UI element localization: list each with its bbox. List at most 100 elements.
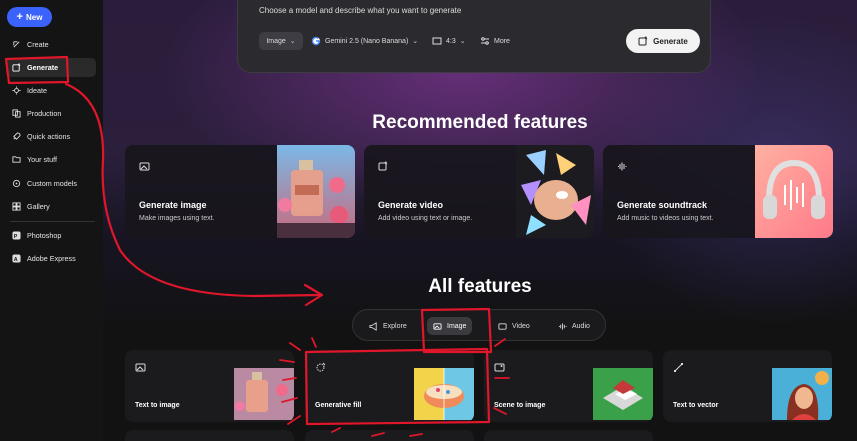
- ratio-select-label: 4:3: [446, 37, 456, 45]
- model-select[interactable]: Gemini 2.5 (Nano Banana) ⌄: [311, 32, 418, 50]
- folder-icon: [12, 155, 21, 164]
- card-title: Generate soundtrack: [617, 200, 708, 210]
- more-button[interactable]: More: [480, 32, 510, 50]
- sidebar-item-label: Generate: [27, 63, 59, 72]
- card-title: Generative fill: [315, 402, 362, 409]
- generate-icon: [638, 36, 648, 46]
- tab-image[interactable]: Image: [427, 317, 473, 335]
- aspect-ratio-icon: [432, 37, 442, 45]
- custom-models-icon: [12, 179, 21, 188]
- card-generative-fill[interactable]: Generative fill: [305, 350, 474, 422]
- photoshop-icon: P: [12, 231, 21, 240]
- generate-icon: [12, 63, 21, 72]
- type-select[interactable]: Image ⌄: [259, 32, 303, 50]
- gallery-icon: [12, 202, 21, 211]
- prompt-panel: Choose a model and describe what you wan…: [237, 0, 711, 73]
- card-scene-to-image[interactable]: Scene to image: [484, 350, 653, 422]
- sidebar-item-label: Quick actions: [27, 132, 71, 141]
- sidebar: + New Create Generate Ideate Production …: [0, 0, 103, 441]
- adobe-express-icon: A: [12, 254, 21, 263]
- production-icon: [12, 109, 21, 118]
- tab-label: Video: [512, 322, 530, 330]
- sidebar-divider: [10, 221, 95, 222]
- rocket-icon: [12, 132, 21, 141]
- plus-icon: +: [16, 10, 23, 23]
- video-icon: [498, 322, 507, 330]
- tab-label: Image: [447, 322, 467, 330]
- model-select-label: Gemini 2.5 (Nano Banana): [325, 37, 409, 45]
- sidebar-item-quick-actions[interactable]: Quick actions: [6, 127, 96, 146]
- sidebar-item-custom-models[interactable]: Custom models: [6, 174, 96, 193]
- sidebar-app-photoshop[interactable]: P Photoshop: [6, 226, 96, 245]
- card-title: Scene to image: [494, 402, 546, 409]
- sidebar-item-your-stuff[interactable]: Your stuff: [6, 150, 96, 169]
- type-select-label: Image: [266, 37, 286, 45]
- card-partial[interactable]: [305, 430, 474, 441]
- headphones-image: [755, 145, 833, 238]
- more-button-label: More: [494, 37, 510, 45]
- sidebar-item-create[interactable]: Create: [6, 35, 96, 54]
- sliders-icon: [481, 37, 489, 45]
- perfume-bottle-image: [277, 145, 355, 238]
- sidebar-item-label: Create: [27, 40, 49, 49]
- image-icon: [433, 322, 442, 330]
- google-icon: [311, 36, 321, 46]
- chevron-down-icon: ⌄: [459, 38, 466, 45]
- ratio-select[interactable]: 4:3 ⌄: [432, 32, 466, 50]
- new-button-label: New: [25, 12, 43, 22]
- new-button[interactable]: + New: [7, 7, 52, 27]
- create-icon: [12, 40, 21, 49]
- sidebar-item-label: Ideate: [27, 86, 47, 95]
- card-title: Text to vector: [673, 402, 719, 409]
- card-text-to-vector[interactable]: Text to vector: [663, 350, 832, 422]
- ideate-icon: [12, 86, 21, 95]
- recommended-title: Recommended features: [372, 112, 588, 133]
- chevron-down-icon: ⌄: [412, 38, 419, 45]
- card-subtitle: Add video using text or image.: [378, 215, 473, 222]
- image-icon: [139, 159, 150, 171]
- waveform-icon: [617, 159, 628, 171]
- sidebar-item-label: Photoshop: [27, 231, 62, 240]
- tab-explore[interactable]: Explore: [363, 317, 413, 335]
- card-title: Generate video: [378, 200, 444, 210]
- svg-text:A: A: [14, 257, 18, 263]
- all-features-title: All features: [428, 276, 532, 297]
- card-generate-image[interactable]: Generate image Make images using text.: [125, 145, 355, 238]
- prompt-input[interactable]: Choose a model and describe what you wan…: [259, 6, 461, 15]
- card-generate-video[interactable]: Generate video Add video using text or i…: [364, 145, 594, 238]
- scene-icon: [494, 360, 505, 372]
- sidebar-item-gallery[interactable]: Gallery: [6, 197, 96, 216]
- sidebar-item-label: Custom models: [27, 179, 77, 188]
- card-text-to-image[interactable]: Text to image: [125, 350, 294, 422]
- image-icon: [135, 360, 146, 372]
- tab-video[interactable]: Video: [492, 317, 536, 335]
- vector-icon: [673, 360, 684, 372]
- tab-audio[interactable]: Audio: [552, 317, 596, 335]
- feature-tabs: Explore Image Video Audio: [352, 309, 606, 341]
- card-generate-soundtrack[interactable]: Generate soundtrack Add music to videos …: [603, 145, 833, 238]
- video-icon: [378, 159, 389, 171]
- main-content: Choose a model and describe what you wan…: [103, 0, 857, 441]
- card-title: Text to image: [135, 402, 180, 409]
- megaphone-icon: [369, 321, 377, 331]
- cereal-bowl-image: [414, 368, 474, 420]
- card-partial[interactable]: [125, 430, 294, 441]
- sidebar-item-label: Production: [27, 109, 62, 118]
- 3d-house-image: [593, 368, 653, 420]
- vector-portrait-image: [772, 368, 832, 420]
- generate-button[interactable]: Generate: [626, 29, 700, 53]
- sidebar-item-label: Gallery: [27, 202, 50, 211]
- waveform-icon: [558, 322, 567, 330]
- sidebar-item-label: Adobe Express: [27, 254, 76, 263]
- card-partial[interactable]: [484, 430, 653, 441]
- sidebar-item-production[interactable]: Production: [6, 104, 96, 123]
- card-title: Generate image: [139, 200, 207, 210]
- sidebar-item-generate[interactable]: Generate: [6, 58, 96, 77]
- sidebar-app-adobe-express[interactable]: A Adobe Express: [6, 249, 96, 268]
- card-subtitle: Make images using text.: [139, 215, 215, 222]
- card-subtitle: Add music to videos using text.: [617, 215, 714, 222]
- perfume-bottle-image: [234, 368, 294, 420]
- generate-button-label: Generate: [653, 36, 688, 46]
- abstract-face-image: [516, 145, 594, 238]
- sidebar-item-ideate[interactable]: Ideate: [6, 81, 96, 100]
